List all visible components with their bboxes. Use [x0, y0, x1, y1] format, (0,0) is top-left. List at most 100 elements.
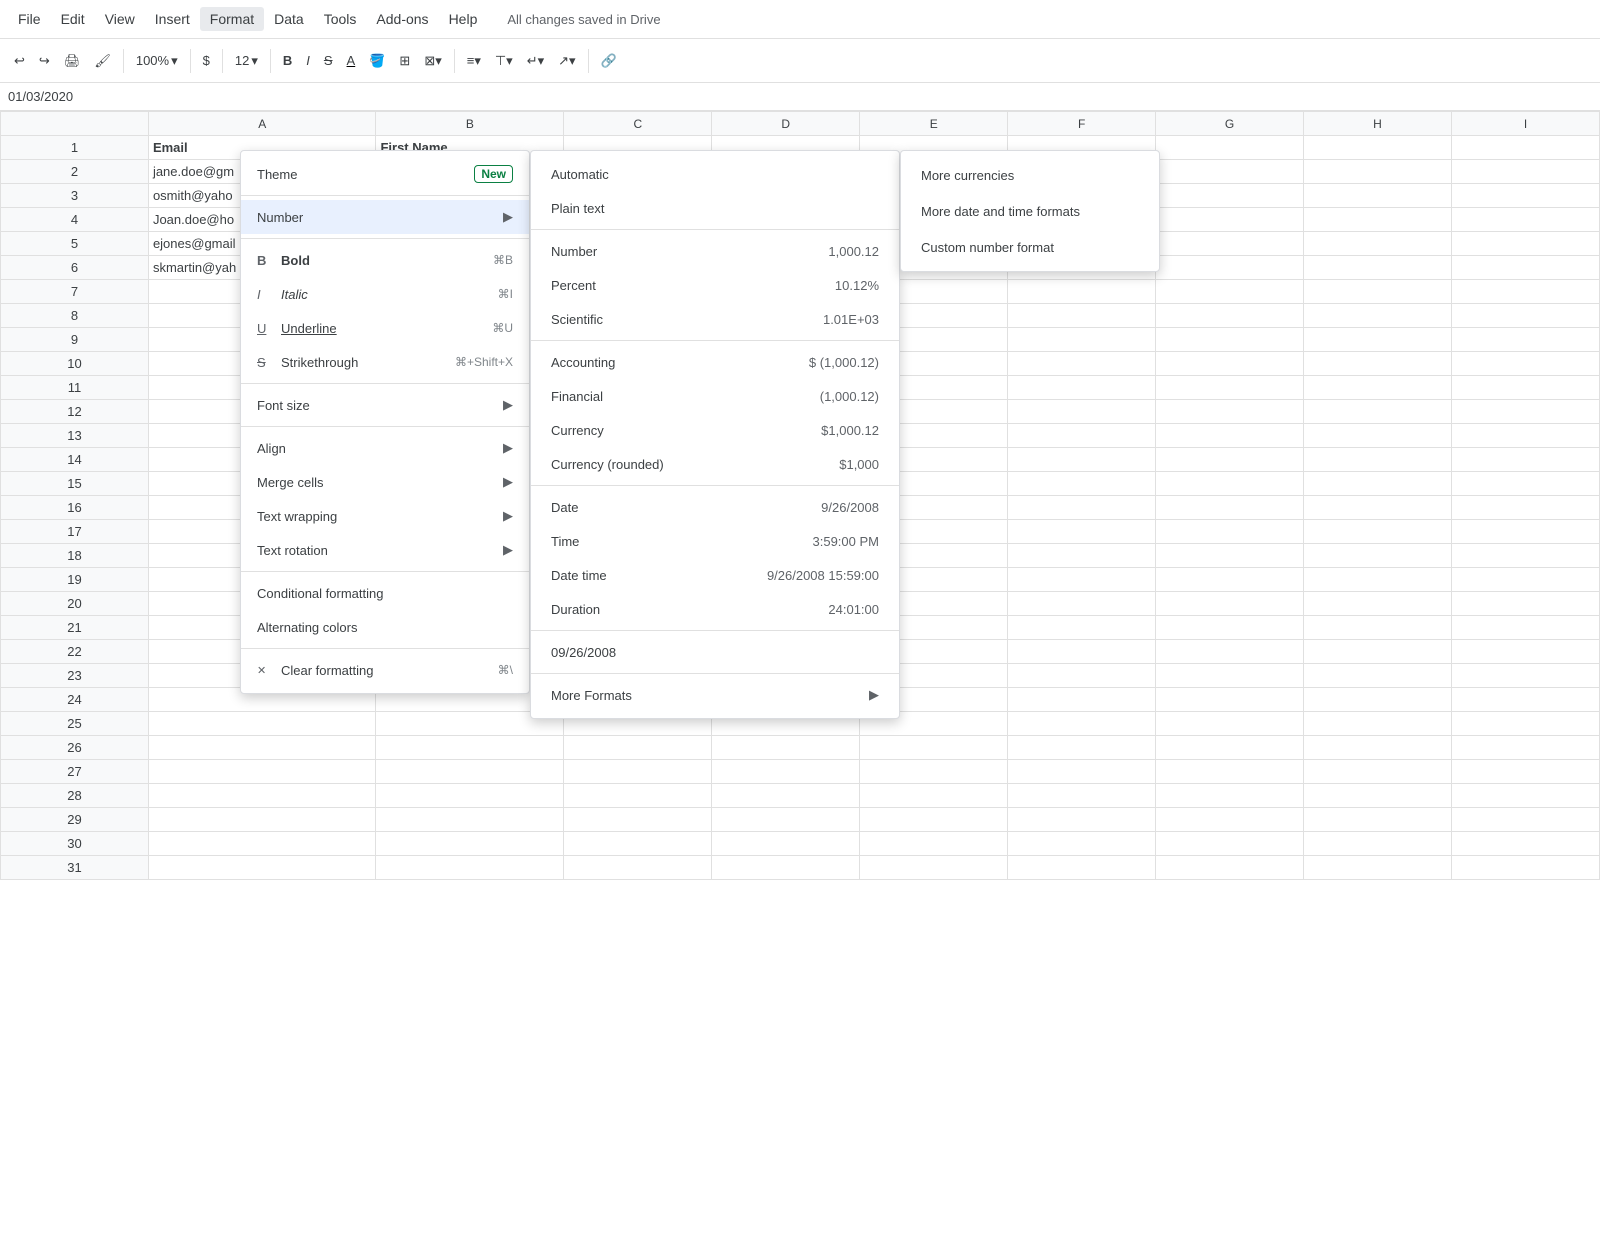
submenu-more-formats[interactable]: More Formats ▶ — [531, 678, 899, 712]
format-menu-conditional[interactable]: Conditional formatting — [241, 576, 529, 610]
submenu-currency-rounded[interactable]: Currency (rounded) $1,000 — [531, 447, 899, 481]
menu-help[interactable]: Help — [439, 7, 488, 31]
cell-g6[interactable] — [1156, 256, 1304, 280]
cell-h5[interactable] — [1304, 232, 1452, 256]
theme-label: Theme — [257, 167, 297, 182]
col-header-a[interactable]: A — [148, 112, 376, 136]
cell-i5[interactable] — [1451, 232, 1599, 256]
cell-h2[interactable] — [1304, 160, 1452, 184]
merge-button[interactable]: ⊠▾ — [418, 49, 447, 73]
menu-data[interactable]: Data — [264, 7, 314, 31]
font-size-selector[interactable]: 12 ▾ — [229, 49, 264, 73]
format-menu-textwrap[interactable]: Text wrapping ▶ — [241, 499, 529, 533]
col-header-g[interactable]: G — [1156, 112, 1304, 136]
submenu-custom-date[interactable]: 09/26/2008 — [531, 635, 899, 669]
more-currencies-item[interactable]: More currencies — [901, 157, 1159, 193]
menu-insert[interactable]: Insert — [145, 7, 200, 31]
bold-button[interactable]: B — [277, 49, 298, 72]
cell-h1[interactable] — [1304, 136, 1452, 160]
submenu-duration[interactable]: Duration 24:01:00 — [531, 592, 899, 626]
paint-format-button[interactable]: 🖌 — [88, 49, 117, 73]
row-num-6: 6 — [1, 256, 149, 280]
col-header-e[interactable]: E — [860, 112, 1008, 136]
link-button[interactable]: 🔗 — [595, 49, 623, 73]
col-header-b[interactable]: B — [376, 112, 564, 136]
align-label: Align — [257, 441, 503, 456]
submenu-currency[interactable]: Currency $1,000.12 — [531, 413, 899, 447]
col-header-d[interactable]: D — [712, 112, 860, 136]
submenu-time[interactable]: Time 3:59:00 PM — [531, 524, 899, 558]
rotate-button[interactable]: ↗▾ — [552, 49, 581, 73]
format-menu-align[interactable]: Align ▶ — [241, 431, 529, 465]
cell-i2[interactable] — [1451, 160, 1599, 184]
cell-h3[interactable] — [1304, 184, 1452, 208]
wrap-button[interactable]: ↵▾ — [521, 49, 550, 73]
submenu-percent[interactable]: Percent 10.12% — [531, 268, 899, 302]
separator-5 — [454, 49, 455, 73]
separator-3 — [222, 49, 223, 73]
zoom-selector[interactable]: 100% ▾ — [130, 49, 184, 73]
format-menu-merge[interactable]: Merge cells ▶ — [241, 465, 529, 499]
bold-shortcut: ⌘B — [493, 253, 513, 267]
more-datetime-item[interactable]: More date and time formats — [901, 193, 1159, 229]
col-header-f[interactable]: F — [1008, 112, 1156, 136]
cell-i6[interactable] — [1451, 256, 1599, 280]
cell-h4[interactable] — [1304, 208, 1452, 232]
more-currencies-label: More currencies — [921, 168, 1014, 183]
submenu-plaintext[interactable]: Plain text — [531, 191, 899, 225]
cell-i3[interactable] — [1451, 184, 1599, 208]
undo-button[interactable]: ↩ — [8, 49, 31, 73]
menu-addons[interactable]: Add-ons — [366, 7, 438, 31]
valign-button[interactable]: ⊤▾ — [489, 49, 519, 73]
menu-view[interactable]: View — [95, 7, 145, 31]
custom-number-item[interactable]: Custom number format — [901, 229, 1159, 265]
submenu-date[interactable]: Date 9/26/2008 — [531, 490, 899, 524]
cell-g1[interactable] — [1156, 136, 1304, 160]
menu-tools[interactable]: Tools — [314, 7, 367, 31]
col-header-i[interactable]: I — [1451, 112, 1599, 136]
format-menu-number[interactable]: Number ▶ — [241, 200, 529, 234]
fill-color-button[interactable]: 🪣 — [363, 49, 391, 73]
format-menu-italic[interactable]: I Italic ⌘I — [241, 277, 529, 311]
italic-button[interactable]: I — [300, 49, 316, 72]
financial-label: Financial — [551, 389, 820, 404]
cell-i1[interactable] — [1451, 136, 1599, 160]
table-row: 27 — [1, 760, 1600, 784]
more-formats-label: More Formats — [551, 688, 869, 703]
format-menu-clear[interactable]: ✕ Clear formatting ⌘\ — [241, 653, 529, 687]
strikethrough-button[interactable]: S — [318, 49, 339, 72]
submenu-scientific[interactable]: Scientific 1.01E+03 — [531, 302, 899, 336]
cell-g3[interactable] — [1156, 184, 1304, 208]
cell-g4[interactable] — [1156, 208, 1304, 232]
submenu-datetime[interactable]: Date time 9/26/2008 15:59:00 — [531, 558, 899, 592]
format-menu-fontsize[interactable]: Font size ▶ — [241, 388, 529, 422]
accounting-label: Accounting — [551, 355, 809, 370]
font-color-button[interactable]: A — [341, 49, 362, 72]
submenu-number[interactable]: Number 1,000.12 — [531, 234, 899, 268]
submenu-accounting[interactable]: Accounting $ (1,000.12) — [531, 345, 899, 379]
menu-format[interactable]: Format — [200, 7, 264, 31]
col-header-h[interactable]: H — [1304, 112, 1452, 136]
format-menu-bold[interactable]: B Bold ⌘B — [241, 243, 529, 277]
format-menu-alternating[interactable]: Alternating colors — [241, 610, 529, 644]
print-button[interactable]: 🖨 — [58, 49, 87, 73]
cell-h6[interactable] — [1304, 256, 1452, 280]
currency-button[interactable]: $ — [197, 49, 216, 72]
col-header-c[interactable]: C — [564, 112, 712, 136]
align-button[interactable]: ≡▾ — [461, 49, 487, 73]
submenu-automatic[interactable]: Automatic — [531, 157, 899, 191]
menu-edit[interactable]: Edit — [51, 7, 95, 31]
borders-button[interactable]: ⊞ — [393, 49, 416, 73]
menu-file[interactable]: File — [8, 7, 51, 31]
redo-button[interactable]: ↪ — [33, 49, 56, 73]
cell-i4[interactable] — [1451, 208, 1599, 232]
submenu-financial[interactable]: Financial (1,000.12) — [531, 379, 899, 413]
format-menu-textrotation[interactable]: Text rotation ▶ — [241, 533, 529, 567]
format-menu-strikethrough[interactable]: S Strikethrough ⌘+Shift+X — [241, 345, 529, 379]
scientific-value: 1.01E+03 — [823, 312, 879, 327]
cell-g2[interactable] — [1156, 160, 1304, 184]
datetime-value: 9/26/2008 15:59:00 — [767, 568, 879, 583]
format-menu-underline[interactable]: U Underline ⌘U — [241, 311, 529, 345]
format-menu-theme[interactable]: Theme New — [241, 157, 529, 191]
cell-g5[interactable] — [1156, 232, 1304, 256]
